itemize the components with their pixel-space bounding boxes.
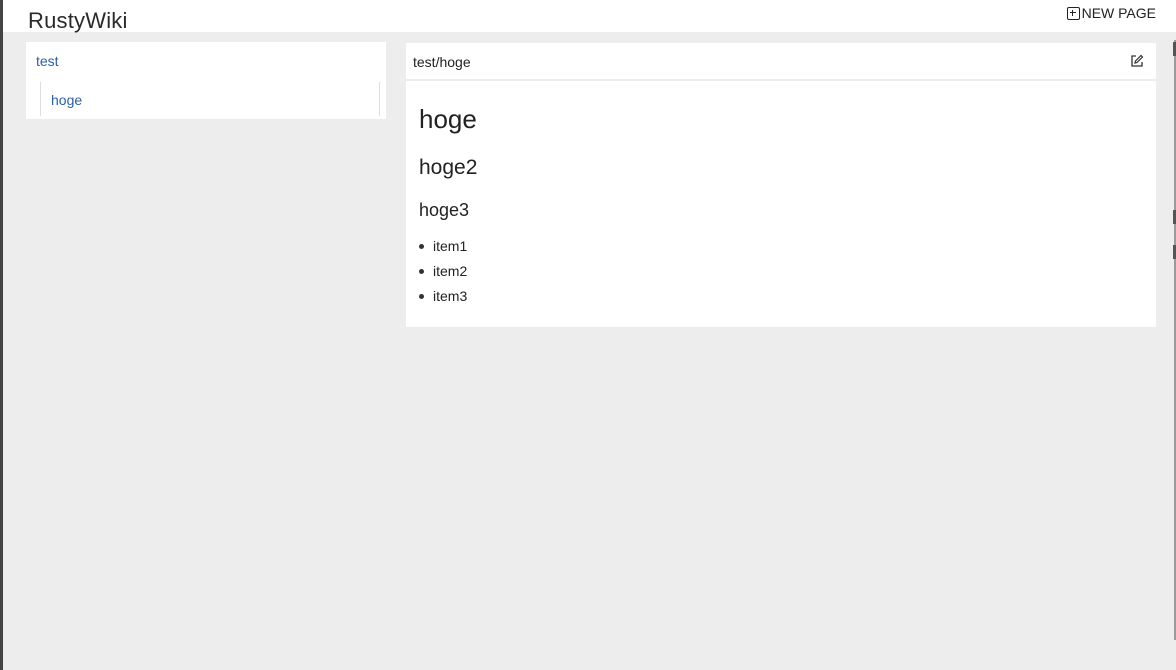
plus-square-icon [1066,6,1080,20]
heading-3: hoge3 [419,200,470,220]
new-page-button[interactable]: NEW PAGE [1066,5,1156,21]
tree-children: hoge [40,82,380,116]
window-left-edge [0,0,3,670]
bullet-list: item1 item2 item3 [419,238,1143,313]
heading-1: hoge [419,104,477,134]
list-item: item1 [419,238,1143,263]
page-content: hoge hoge2 hoge3 item1 item2 item3 [406,104,1156,313]
app-header: RustyWiki NEW PAGE [3,0,1176,34]
new-page-label: NEW PAGE [1081,5,1156,21]
heading-2: hoge2 [419,156,478,179]
list-item: item3 [419,288,1143,313]
tree-item-hoge[interactable]: hoge [51,92,82,108]
edit-button[interactable] [1130,54,1144,68]
page-path: test/hoge [413,54,471,70]
tree-item-test[interactable]: test [36,53,59,69]
app-title[interactable]: RustyWiki [28,8,128,34]
page-header: test/hoge [406,43,1156,81]
page-tree: test hoge [26,42,386,119]
list-item: item2 [419,263,1143,288]
page-view: test/hoge hoge hoge2 hoge3 item1 item2 i… [406,43,1156,327]
edit-icon [1131,54,1144,67]
